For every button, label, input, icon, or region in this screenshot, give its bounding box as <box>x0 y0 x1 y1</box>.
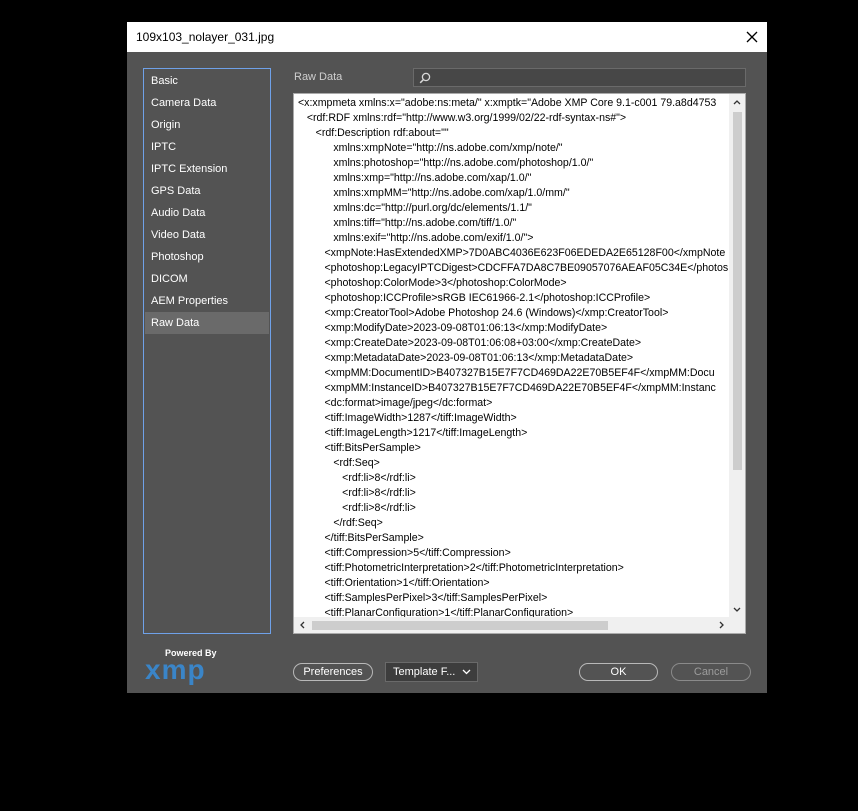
raw-data-line: <xmp:ModifyDate>2023-09-08T01:06:13</xmp… <box>298 322 608 334</box>
sidebar-item-basic[interactable]: Basic <box>145 70 269 92</box>
scroll-down-icon[interactable] <box>732 605 742 615</box>
sidebar-item-origin[interactable]: Origin <box>145 114 269 136</box>
raw-data-line: <tiff:PhotometricInterpretation>2</tiff:… <box>298 562 624 574</box>
horizontal-scroll-thumb[interactable] <box>312 621 608 630</box>
metadata-dialog: 109x103_nolayer_031.jpg Basic Camera Data… <box>127 22 767 693</box>
raw-data-line: xmlns:exif="http://ns.adobe.com/exif/1.0… <box>298 232 534 244</box>
raw-data-line: <xmp:MetadataDate>2023-09-08T01:06:13</x… <box>298 352 634 364</box>
raw-data-line: <xmp:CreateDate>2023-09-08T01:06:08+03:0… <box>298 337 642 349</box>
raw-data-line: <tiff:ImageLength>1217</tiff:ImageLength… <box>298 427 528 439</box>
raw-data-viewer[interactable]: <x:xmpmeta xmlns:x="adobe:ns:meta/" x:xm… <box>293 93 746 634</box>
raw-data-line: </rdf:Seq> <box>298 517 383 529</box>
search-box[interactable] <box>413 68 746 87</box>
sidebar-item-iptc-extension[interactable]: IPTC Extension <box>145 158 269 180</box>
raw-data-line: xmlns:xmpNote="http://ns.adobe.com/xmp/n… <box>298 142 563 154</box>
window-title: 109x103_nolayer_031.jpg <box>136 30 275 44</box>
sidebar-item-iptc[interactable]: IPTC <box>145 136 269 158</box>
raw-data-line: <tiff:ImageWidth>1287</tiff:ImageWidth> <box>298 412 517 424</box>
raw-data-line: <xmp:CreatorTool>Adobe Photoshop 24.6 (W… <box>298 307 669 319</box>
raw-data-line: <rdf:Description rdf:about="" <box>298 127 449 139</box>
sidebar-item-aem-properties[interactable]: AEM Properties <box>145 290 269 312</box>
sidebar-item-gps-data[interactable]: GPS Data <box>145 180 269 202</box>
chevron-down-icon <box>462 669 471 675</box>
search-input[interactable] <box>436 70 740 87</box>
title-bar: 109x103_nolayer_031.jpg <box>127 22 767 52</box>
cancel-button[interactable]: Cancel <box>671 663 751 681</box>
ok-button[interactable]: OK <box>579 663 658 681</box>
raw-data-line: <tiff:SamplesPerPixel>3</tiff:SamplesPer… <box>298 592 548 604</box>
raw-data-line: <xmpMM:DocumentID>B407327B15E7F7CD469DA2… <box>298 367 715 379</box>
raw-data-line: xmlns:dc="http://purl.org/dc/elements/1.… <box>298 202 532 214</box>
scroll-right-icon[interactable] <box>717 620 727 630</box>
category-sidebar: Basic Camera Data Origin IPTC IPTC Extension… <box>143 68 271 634</box>
section-title: Raw Data <box>294 71 343 83</box>
vertical-scrollbar[interactable] <box>729 94 745 618</box>
scroll-up-icon[interactable] <box>732 97 742 107</box>
raw-data-text: <x:xmpmeta xmlns:x="adobe:ns:meta/" x:xm… <box>298 96 730 618</box>
raw-data-line: </tiff:BitsPerSample> <box>298 532 424 544</box>
close-button[interactable] <box>737 22 767 52</box>
sidebar-item-photoshop[interactable]: Photoshop <box>145 246 269 268</box>
raw-data-line: <photoshop:LegacyIPTCDigest>CDCFFA7DA8C7… <box>298 262 729 274</box>
raw-data-line: xmlns:xmp="http://ns.adobe.com/xap/1.0/" <box>298 172 532 184</box>
sidebar-item-video-data[interactable]: Video Data <box>145 224 269 246</box>
raw-data-line: xmlns:xmpMM="http://ns.adobe.com/xap/1.0… <box>298 187 570 199</box>
raw-data-line: <rdf:RDF xmlns:rdf="http://www.w3.org/19… <box>298 112 627 124</box>
raw-data-line: <photoshop:ColorMode>3</photoshop:ColorM… <box>298 277 567 289</box>
raw-data-line: <rdf:Seq> <box>298 457 380 469</box>
raw-data-line: xmlns:photoshop="http://ns.adobe.com/pho… <box>298 157 594 169</box>
xmp-logo: xmp <box>145 654 206 685</box>
raw-data-line: <xmpMM:InstanceID>B407327B15E7F7CD469DA2… <box>298 382 716 394</box>
category-list: Basic Camera Data Origin IPTC IPTC Extension… <box>144 69 270 334</box>
sidebar-item-raw-data[interactable]: Raw Data <box>145 312 269 334</box>
raw-data-line: <tiff:Orientation>1</tiff:Orientation> <box>298 577 490 589</box>
raw-data-line: xmlns:tiff="http://ns.adobe.com/tiff/1.0… <box>298 217 517 229</box>
template-dropdown-value: Template F... <box>393 666 456 678</box>
raw-data-line: <rdf:li>8</rdf:li> <box>298 487 416 499</box>
vertical-scroll-thumb[interactable] <box>733 112 742 470</box>
raw-data-line: <photoshop:ICCProfile>sRGB IEC61966-2.1<… <box>298 292 651 304</box>
raw-data-line: <tiff:BitsPerSample> <box>298 442 421 454</box>
raw-data-line: <x:xmpmeta xmlns:x="adobe:ns:meta/" x:xm… <box>298 97 717 109</box>
horizontal-scrollbar[interactable] <box>294 617 730 633</box>
raw-data-line: <xmpNote:HasExtendedXMP>7D0ABC4036E623F0… <box>298 247 726 259</box>
sidebar-item-camera-data[interactable]: Camera Data <box>145 92 269 114</box>
raw-data-line: <tiff:Compression>5</tiff:Compression> <box>298 547 511 559</box>
sidebar-item-dicom[interactable]: DICOM <box>145 268 269 290</box>
scrollbar-corner <box>729 617 745 633</box>
template-folder-dropdown[interactable]: Template F... <box>385 662 478 682</box>
raw-data-line: <rdf:li>8</rdf:li> <box>298 502 416 514</box>
sidebar-item-audio-data[interactable]: Audio Data <box>145 202 269 224</box>
raw-data-line: <dc:format>image/jpeg</dc:format> <box>298 397 493 409</box>
preferences-button[interactable]: Preferences <box>293 663 373 681</box>
raw-data-line: <rdf:li>8</rdf:li> <box>298 472 416 484</box>
scroll-left-icon[interactable] <box>297 620 307 630</box>
search-icon <box>419 72 431 84</box>
close-icon <box>746 31 758 43</box>
